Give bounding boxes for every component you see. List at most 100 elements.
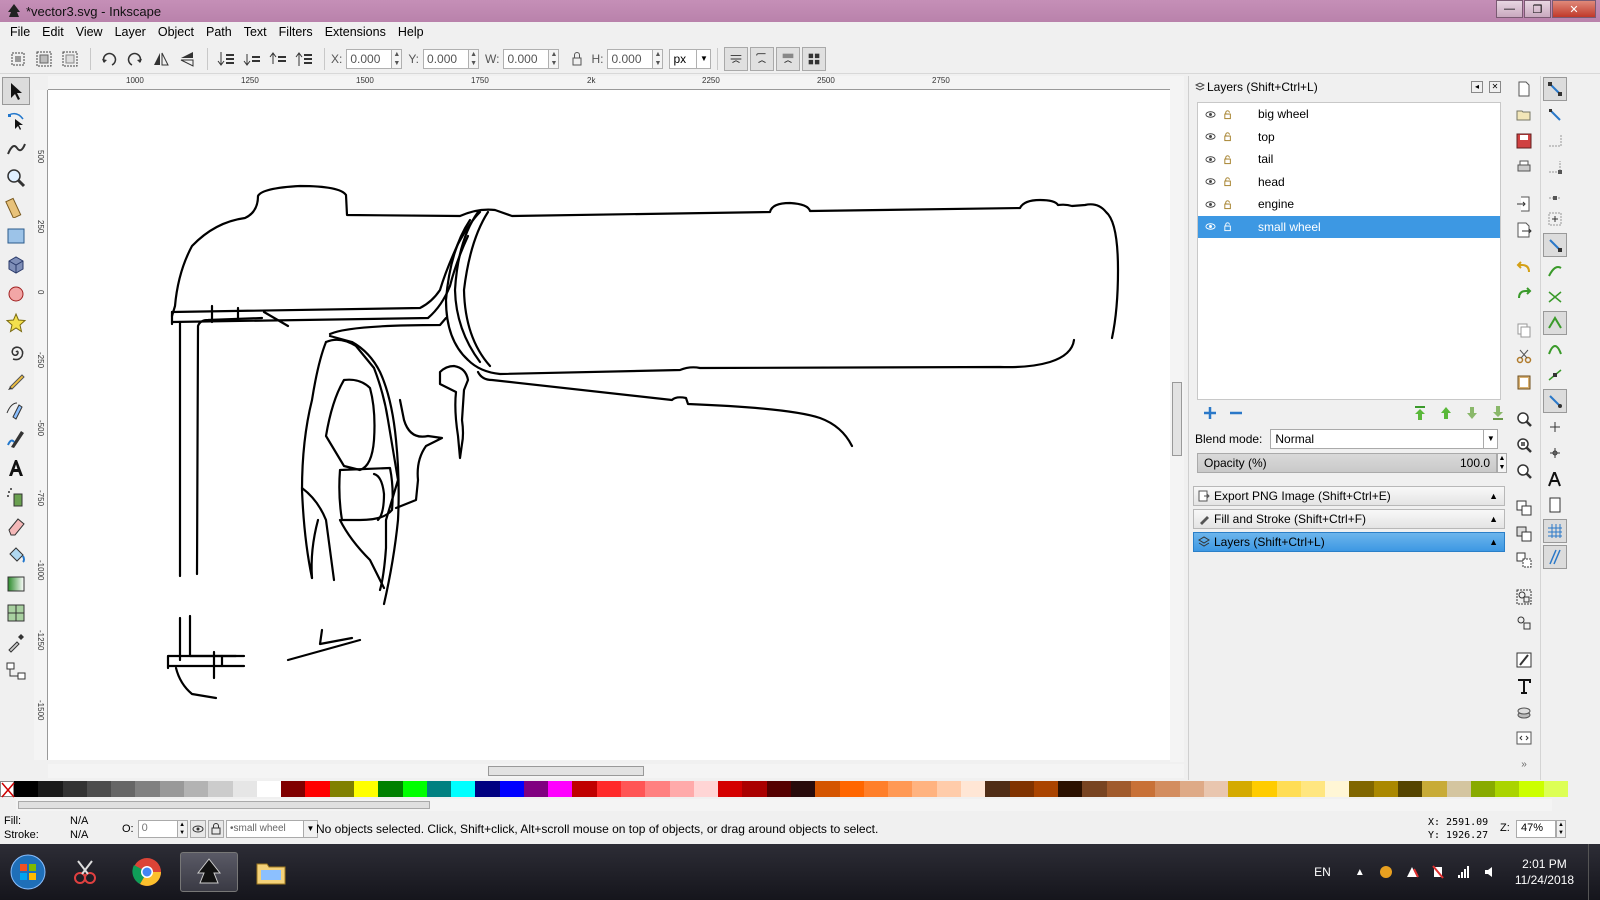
color-swatch[interactable] — [718, 781, 743, 797]
color-swatch[interactable] — [791, 781, 816, 797]
tweak-tool[interactable] — [2, 135, 30, 163]
color-swatch[interactable] — [1130, 781, 1156, 797]
save-button[interactable] — [1512, 129, 1536, 153]
menu-filters[interactable]: Filters — [273, 25, 319, 39]
xml-editor-button[interactable] — [1512, 726, 1536, 750]
flip-horizontal-button[interactable] — [149, 47, 173, 71]
color-swatch[interactable] — [232, 781, 257, 797]
snap-center-button[interactable] — [1543, 415, 1567, 439]
pen-tool[interactable] — [2, 396, 30, 424]
color-swatch[interactable] — [548, 781, 573, 797]
color-swatch[interactable] — [426, 781, 452, 797]
horizontal-scrollbar[interactable] — [48, 764, 1184, 778]
layer-row[interactable]: top — [1198, 126, 1500, 149]
lock-icon[interactable] — [1222, 221, 1234, 233]
star-tool[interactable] — [2, 309, 30, 337]
lock-icon[interactable] — [1222, 108, 1234, 120]
color-swatch[interactable] — [888, 781, 913, 797]
measure-tool[interactable] — [2, 193, 30, 221]
eye-icon[interactable] — [1204, 198, 1216, 210]
snap-others-button[interactable] — [1543, 389, 1567, 413]
no-paint-swatch[interactable] — [0, 781, 15, 798]
spiral-tool[interactable] — [2, 338, 30, 366]
pencil-tool[interactable] — [2, 367, 30, 395]
zoom-tool[interactable] — [2, 164, 30, 192]
color-swatch[interactable] — [159, 781, 184, 797]
eye-icon[interactable] — [1204, 176, 1216, 188]
current-layer-value[interactable]: •small wheel — [226, 820, 304, 838]
cut-button[interactable] — [1512, 344, 1536, 368]
color-swatch[interactable] — [1203, 781, 1229, 797]
color-swatch[interactable] — [1058, 781, 1083, 797]
eye-icon[interactable] — [1204, 108, 1216, 120]
menu-edit[interactable]: Edit — [36, 25, 70, 39]
dropper-tool[interactable] — [2, 628, 30, 656]
color-swatch[interactable] — [329, 781, 354, 797]
menu-file[interactable]: File — [4, 25, 36, 39]
rectangle-tool[interactable] — [2, 222, 30, 250]
remove-layer-button[interactable] — [1227, 404, 1245, 422]
iconify-panel-button[interactable]: ◂ — [1471, 81, 1483, 93]
snap-intersections-button[interactable] — [1543, 285, 1567, 309]
color-swatch[interactable] — [572, 781, 597, 797]
color-swatch[interactable] — [1373, 781, 1399, 797]
scrollbar-thumb[interactable] — [488, 766, 644, 776]
lock-icon[interactable] — [1222, 131, 1234, 143]
snap-text-baseline-button[interactable] — [1543, 467, 1567, 491]
snap-paths-button[interactable] — [1543, 259, 1567, 283]
snap-midpoints-button[interactable] — [1543, 363, 1567, 387]
color-swatch[interactable] — [693, 781, 719, 797]
color-swatch[interactable] — [1446, 781, 1471, 797]
menu-view[interactable]: View — [70, 25, 109, 39]
color-swatch[interactable] — [62, 781, 87, 797]
color-swatch[interactable] — [936, 781, 961, 797]
color-swatch[interactable] — [1519, 781, 1544, 797]
snap-bbox-corner-button[interactable] — [1543, 155, 1567, 179]
blend-mode-select[interactable]: Normal ▼ — [1270, 429, 1499, 449]
layer-row[interactable]: tail — [1198, 148, 1500, 171]
color-swatch[interactable] — [985, 781, 1010, 797]
color-swatch[interactable] — [208, 781, 233, 797]
rotate-cw-button[interactable] — [123, 47, 147, 71]
action-center-icon[interactable] — [1404, 864, 1420, 880]
color-swatch[interactable] — [1082, 781, 1107, 797]
zoom-drawing-button[interactable] — [1512, 433, 1536, 457]
fill-value[interactable]: N/A — [70, 815, 88, 827]
color-swatch[interactable] — [1228, 781, 1253, 797]
add-layer-button[interactable] — [1201, 404, 1219, 422]
raise-layer-button[interactable] — [1437, 404, 1455, 422]
connector-tool[interactable] — [2, 657, 30, 685]
opacity-spinner[interactable]: ▲ ▼ — [177, 820, 188, 838]
copy-button[interactable] — [1512, 318, 1536, 342]
gradient-tool[interactable] — [2, 570, 30, 598]
zoom-page-button[interactable] — [1512, 459, 1536, 483]
layer-row[interactable]: small wheel — [1198, 215, 1500, 238]
x-spinner[interactable]: ▲ ▼ — [392, 48, 403, 69]
scale-corners-toggle[interactable] — [750, 46, 775, 71]
color-swatch[interactable] — [281, 781, 306, 797]
snap-rotation-center-button[interactable] — [1543, 441, 1567, 465]
color-swatch[interactable] — [86, 781, 112, 797]
w-spinner[interactable]: ▲ ▼ — [549, 48, 560, 69]
snap-cusp-nodes-button[interactable] — [1543, 311, 1567, 335]
color-swatch[interactable] — [1325, 781, 1350, 797]
layers-tab[interactable]: Layers (Shift+Ctrl+L) ▲ — [1193, 532, 1505, 552]
raise-layer-to-top-button[interactable] — [1411, 404, 1429, 422]
menu-text[interactable]: Text — [238, 25, 273, 39]
transform-gradients-toggle[interactable] — [776, 46, 801, 71]
color-swatch[interactable] — [1470, 781, 1496, 797]
color-swatch[interactable] — [815, 781, 840, 797]
color-swatch[interactable] — [475, 781, 500, 797]
y-input[interactable]: 0.000 — [423, 48, 470, 69]
export-png-tab[interactable]: Export PNG Image (Shift+Ctrl+E) ▲ — [1193, 486, 1505, 506]
color-swatch[interactable] — [499, 781, 524, 797]
select-all-button[interactable] — [6, 47, 30, 71]
unlink-clone-button[interactable] — [1512, 548, 1536, 572]
color-swatch[interactable] — [523, 781, 549, 797]
color-swatch[interactable] — [1543, 781, 1568, 797]
unit-select[interactable]: px ▼ — [669, 48, 712, 69]
color-swatch[interactable] — [742, 781, 767, 797]
palette-scrollbar[interactable] — [16, 799, 1552, 811]
text-font-button[interactable] — [1512, 674, 1536, 698]
fill-stroke-button[interactable] — [1512, 648, 1536, 672]
